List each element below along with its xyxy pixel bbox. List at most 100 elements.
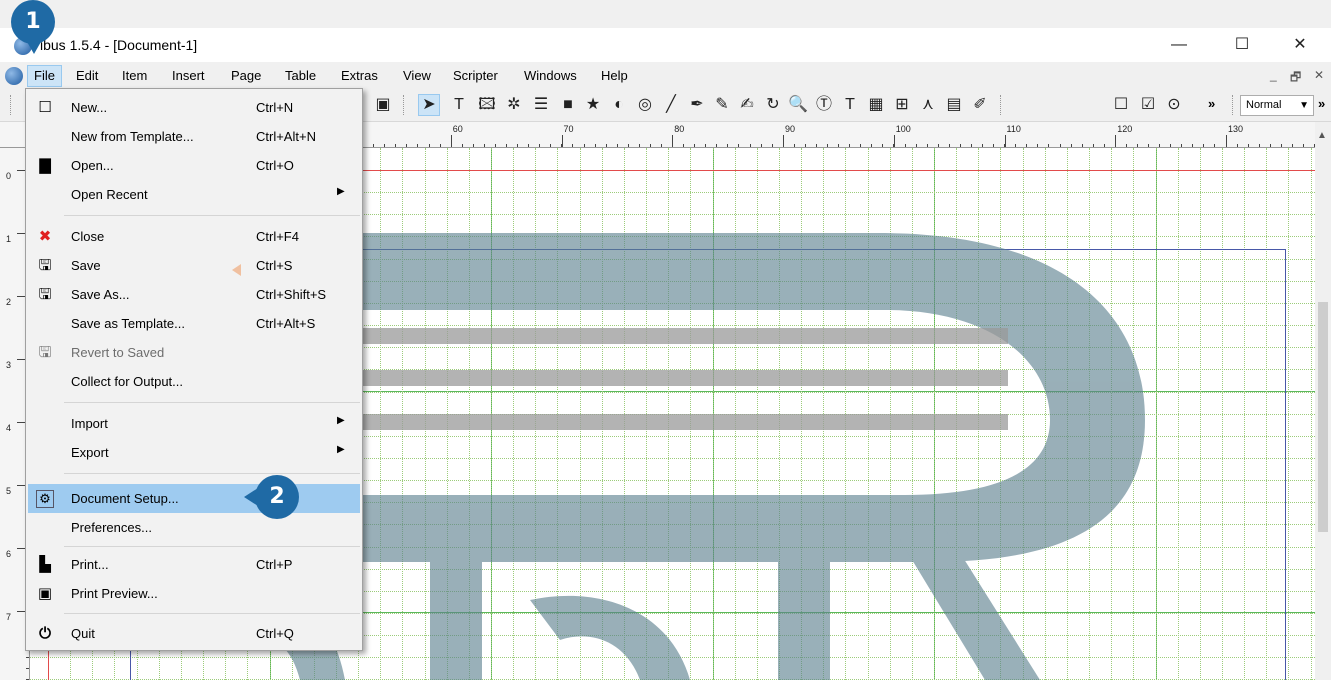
menu-insert[interactable]: Insert — [166, 65, 211, 87]
menu-item-print-preview[interactable]: ▣ Print Preview... — [28, 579, 360, 608]
pdf-radio-icon[interactable]: ⊙ — [1163, 94, 1185, 116]
ruler-tick — [472, 144, 474, 147]
menu-item-close[interactable]: ✖ Close Ctrl+F4 — [28, 222, 360, 251]
ruler-tick — [594, 144, 596, 147]
save-as-icon: 🖫 — [38, 286, 52, 303]
menu-item-save[interactable]: 🖫 Save Ctrl+S — [28, 251, 360, 280]
menu-windows[interactable]: Windows — [518, 65, 583, 87]
ruler-tick — [638, 144, 640, 147]
calligraphic-icon[interactable]: ✍ — [736, 94, 758, 116]
menu-item-save-as[interactable]: 🖫 Save As... Ctrl+Shift+S — [28, 280, 360, 309]
scroll-up-icon[interactable]: ▲ — [1317, 130, 1327, 141]
menu-edit[interactable]: Edit — [70, 65, 104, 87]
close-window-button[interactable]: ✕ — [1277, 30, 1323, 60]
ruler-label: 6 — [6, 549, 12, 559]
submenu-arrow-icon: ▶ — [337, 444, 345, 455]
polygon-icon[interactable]: ★ — [582, 94, 604, 116]
menu-item-import[interactable]: Import ▶ — [28, 409, 360, 438]
vertical-scrollbar[interactable]: ▲ — [1315, 122, 1331, 680]
menu-item-label: Close — [71, 229, 105, 244]
ruler-tick — [904, 144, 906, 147]
menu-item[interactable]: Item — [116, 65, 153, 87]
minimize-button[interactable]: — — [1156, 30, 1202, 60]
page-icon[interactable]: ▣ — [372, 94, 394, 116]
ruler-tick — [1214, 144, 1216, 147]
bezier-icon[interactable]: ✒ — [686, 94, 708, 116]
menu-extras[interactable]: Extras — [335, 65, 384, 87]
menu-item-open-recent[interactable]: Open Recent ▶ — [28, 180, 360, 209]
ruler-tick — [738, 144, 740, 147]
ruler-label: 120 — [1117, 124, 1133, 134]
menu-item-new[interactable]: ☐ New... Ctrl+N — [28, 93, 360, 122]
menu-separator — [64, 473, 360, 474]
new-doc-icon: ☐ — [38, 99, 52, 116]
scrollbar-thumb[interactable] — [1318, 302, 1328, 532]
ruler-major-tick — [783, 135, 784, 147]
toolbar-overflow-button[interactable]: » — [1208, 96, 1215, 111]
shape-icon[interactable]: ■ — [557, 94, 579, 116]
image-frame-icon[interactable]: 🖾 — [476, 94, 498, 116]
menu-help[interactable]: Help — [595, 65, 634, 87]
menu-table[interactable]: Table — [279, 65, 322, 87]
zoom-icon[interactable]: 🔍 — [787, 94, 809, 116]
ruler-tick — [860, 144, 862, 147]
menu-item-save-as-template[interactable]: Save as Template... Ctrl+Alt+S — [28, 309, 360, 338]
ruler-tick — [26, 657, 29, 659]
spiral-icon[interactable]: ◎ — [634, 94, 656, 116]
menu-item-quit[interactable]: ⏻ Quit Ctrl+Q — [28, 619, 360, 648]
freehand-icon[interactable]: ✎ — [711, 94, 733, 116]
unlink-frames-icon[interactable]: ⊞ — [891, 94, 913, 116]
menu-separator — [64, 215, 360, 216]
table-icon[interactable]: ☰ — [530, 94, 552, 116]
ruler-tick — [1291, 144, 1293, 147]
menu-file[interactable]: File — [27, 65, 62, 87]
menu-separator — [64, 546, 360, 547]
ruler-tick — [494, 144, 496, 147]
edit-text-icon[interactable]: Ⓣ — [813, 94, 835, 116]
menu-item-label: Open Recent — [71, 187, 148, 202]
pointer-triangle-icon — [232, 264, 241, 276]
power-icon: ⏻ — [39, 625, 51, 642]
mdi-minimize-button[interactable]: _ — [1270, 68, 1277, 82]
menu-item-new-from-template[interactable]: New from Template... Ctrl+Alt+N — [28, 122, 360, 151]
title-bar: ibus 1.5.4 - [Document-1] — ☐ ✕ — [0, 28, 1331, 62]
ruler-major-tick — [1226, 135, 1227, 147]
pdf-checkbox-icon[interactable]: ☑ — [1137, 94, 1159, 116]
story-editor-icon[interactable]: T — [839, 94, 861, 116]
ruler-major-tick — [1115, 135, 1117, 147]
menu-item-print[interactable]: ▙ Print... Ctrl+P — [28, 550, 360, 579]
toolbar-overflow-button-2[interactable]: » — [1318, 96, 1325, 111]
menu-item-preferences[interactable]: Preferences... — [28, 513, 360, 542]
document-menu-icon[interactable] — [5, 67, 23, 85]
ruler-tick — [1303, 144, 1305, 147]
menu-scripter[interactable]: Scripter — [447, 65, 504, 87]
select-tool-icon[interactable]: ➤ — [418, 94, 440, 116]
ruler-label: 80 — [674, 124, 685, 134]
menu-item-shortcut: Ctrl+O — [256, 158, 294, 173]
ruler-major-tick — [893, 135, 895, 147]
rotate-icon[interactable]: ↻ — [762, 94, 784, 116]
menu-item-document-setup[interactable]: ⚙ Document Setup... — [28, 484, 360, 513]
text-frame-icon[interactable]: T — [448, 94, 470, 116]
line-icon[interactable]: ╱ — [660, 94, 682, 116]
preview-mode-select[interactable]: Normal ▼ — [1240, 95, 1314, 116]
toolbar-separator — [1232, 95, 1233, 115]
menu-page[interactable]: Page — [225, 65, 267, 87]
arc-icon[interactable]: ◐ — [608, 94, 630, 116]
render-frame-icon[interactable]: ✲ — [503, 94, 525, 116]
mdi-restore-button[interactable]: 🗗 — [1290, 68, 1301, 89]
mdi-close-button[interactable]: ✕ — [1314, 68, 1324, 82]
menu-view[interactable]: View — [397, 65, 437, 87]
pdf-text-field-icon[interactable]: ☐ — [1110, 94, 1132, 116]
menu-item-open[interactable]: ▇ Open... Ctrl+O — [28, 151, 360, 180]
maximize-button[interactable]: ☐ — [1219, 30, 1265, 60]
link-frames-icon[interactable]: ▦ — [865, 94, 887, 116]
copy-props-icon[interactable]: ▤ — [943, 94, 965, 116]
ruler-tick — [1015, 144, 1017, 147]
menu-item-collect-for-output[interactable]: Collect for Output... — [28, 367, 360, 396]
ruler-tick — [838, 144, 840, 147]
measure-icon[interactable]: ⋏ — [917, 94, 939, 116]
menu-item-export[interactable]: Export ▶ — [28, 438, 360, 467]
eyedropper-icon[interactable]: ✐ — [969, 94, 991, 116]
menu-separator — [64, 402, 360, 403]
